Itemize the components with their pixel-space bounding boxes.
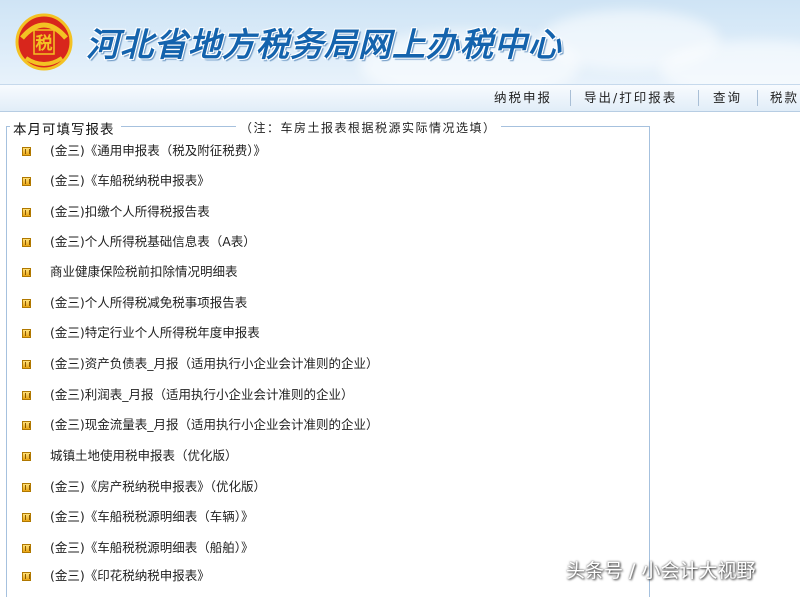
report-link-property-tax[interactable]: (金三)《房产税纳税申报表》（优化版） (22, 477, 266, 497)
report-link-label: (金三)《车船税税源明细表（车辆）》 (50, 509, 254, 524)
report-link-iit-basic-info[interactable]: (金三)个人所得税基础信息表（A表） (22, 232, 256, 252)
form-item-icon (22, 147, 31, 156)
report-link-withholding-iit[interactable]: (金三)扣缴个人所得税报告表 (22, 202, 210, 222)
report-link-vehicle-vessel-tax[interactable]: (金三)《车船税纳税申报表》 (22, 171, 210, 191)
report-link-label: (金三)《车船税税源明细表（船舶）》 (50, 540, 254, 555)
watermark: 头条号 / 小会计大视野 (566, 560, 756, 582)
form-item-icon (22, 421, 31, 430)
report-link-iit-exemption[interactable]: (金三)个人所得税减免税事项报告表 (22, 293, 247, 313)
report-link-label: (金三)个人所得税减免税事项报告表 (50, 295, 248, 310)
form-item-icon (22, 238, 31, 247)
report-link-label: (金三)《车船税纳税申报表》 (50, 173, 210, 188)
report-link-label: (金三)《印花税纳税申报表》 (50, 568, 210, 583)
nav-separator (698, 90, 699, 106)
report-link-label: 城镇土地使用税申报表（优化版） (50, 448, 238, 463)
nav-query[interactable]: 查询 (713, 85, 742, 111)
site-header: 税 河北省地方税务局网上办税中心 (0, 0, 800, 84)
form-item-icon (22, 572, 31, 581)
form-item-icon (22, 299, 31, 308)
form-item-icon (22, 268, 31, 277)
report-link-label: (金三)扣缴个人所得税报告表 (50, 204, 210, 219)
form-item-icon (22, 513, 31, 522)
tax-emblem-icon: 税 (15, 13, 73, 71)
report-link-general-declaration[interactable]: (金三)《通用申报表（税及附征税费）》 (22, 141, 266, 161)
report-link-label: (金三)《通用申报表（税及附征税费）》 (50, 143, 267, 158)
nav-tax-declaration[interactable]: 纳税申报 (494, 85, 552, 111)
nav-separator (757, 90, 758, 106)
panel-title: 本月可填写报表 (10, 118, 121, 138)
report-link-health-insurance-deduction[interactable]: 商业健康保险税前扣除情况明细表 (22, 262, 238, 282)
form-item-icon (22, 329, 31, 338)
report-link-label: 商业健康保险税前扣除情况明细表 (50, 264, 238, 279)
form-item-icon (22, 391, 31, 400)
form-item-icon (22, 483, 31, 492)
nav-tax-payment[interactable]: 税款 (770, 85, 799, 111)
report-link-label: (金三)现金流量表_月报（适用执行小企业会计准则的企业） (50, 417, 379, 432)
panel-note: （注：车房土报表根据税源实际情况选填） (236, 119, 501, 136)
report-link-income-statement[interactable]: (金三)利润表_月报（适用执行小企业会计准则的企业） (22, 385, 354, 405)
report-link-label: (金三)个人所得税基础信息表（A表） (50, 234, 256, 249)
report-link-balance-sheet[interactable]: (金三)资产负债表_月报（适用执行小企业会计准则的企业） (22, 354, 379, 374)
report-link-land-use-tax[interactable]: 城镇土地使用税申报表（优化版） (22, 446, 238, 466)
top-nav: 纳税申报 导出/打印报表 查询 税款 (0, 84, 800, 112)
report-link-vehicle-source[interactable]: (金三)《车船税税源明细表（车辆）》 (22, 507, 254, 527)
nav-export-print[interactable]: 导出/打印报表 (584, 85, 677, 111)
report-link-label: (金三)特定行业个人所得税年度申报表 (50, 325, 260, 340)
form-item-icon (22, 360, 31, 369)
form-item-icon (22, 208, 31, 217)
nav-separator (570, 90, 571, 106)
report-link-label: (金三)利润表_月报（适用执行小企业会计准则的企业） (50, 387, 354, 402)
report-link-vessel-source[interactable]: (金三)《车船税税源明细表（船舶）》 (22, 538, 254, 558)
form-item-icon (22, 452, 31, 461)
report-link-label: (金三)《房产税纳税申报表》（优化版） (50, 479, 267, 494)
report-link-label: (金三)资产负债表_月报（适用执行小企业会计准则的企业） (50, 356, 379, 371)
form-item-icon (22, 177, 31, 186)
report-link-stamp-duty[interactable]: (金三)《印花税纳税申报表》 (22, 566, 210, 586)
site-title: 河北省地方税务局网上办税中心 (86, 25, 562, 64)
form-item-icon (22, 544, 31, 553)
report-link-special-industry-iit[interactable]: (金三)特定行业个人所得税年度申报表 (22, 323, 260, 343)
report-link-cash-flow[interactable]: (金三)现金流量表_月报（适用执行小企业会计准则的企业） (22, 415, 379, 435)
emblem-label: 税 (36, 33, 53, 54)
